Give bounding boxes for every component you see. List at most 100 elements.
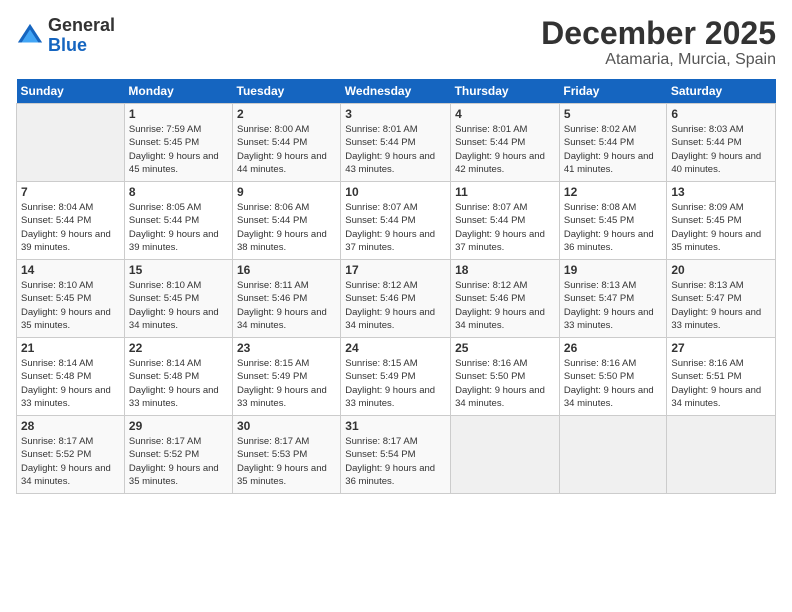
day-info: Sunrise: 8:09 AM Sunset: 5:45 PM Dayligh… (671, 201, 771, 254)
cell-week3-day1: 15 Sunrise: 8:10 AM Sunset: 5:45 PM Dayli… (124, 260, 232, 338)
cell-week2-day3: 10 Sunrise: 8:07 AM Sunset: 5:44 PM Dayli… (341, 182, 451, 260)
day-number: 18 (455, 263, 555, 277)
cell-week2-day5: 12 Sunrise: 8:08 AM Sunset: 5:45 PM Dayli… (559, 182, 666, 260)
cell-week1-day6: 6 Sunrise: 8:03 AM Sunset: 5:44 PM Daylig… (667, 104, 776, 182)
day-info: Sunrise: 8:11 AM Sunset: 5:46 PM Dayligh… (237, 279, 336, 332)
page-container: General Blue December 2025 Atamaria, Mur… (0, 0, 792, 504)
day-info: Sunrise: 8:17 AM Sunset: 5:52 PM Dayligh… (21, 435, 120, 488)
weekday-header-row: Sunday Monday Tuesday Wednesday Thursday… (17, 79, 776, 104)
logo-blue: Blue (48, 35, 87, 55)
day-info: Sunrise: 8:14 AM Sunset: 5:48 PM Dayligh… (129, 357, 228, 410)
cell-week1-day4: 4 Sunrise: 8:01 AM Sunset: 5:44 PM Daylig… (451, 104, 560, 182)
cell-week4-day6: 27 Sunrise: 8:16 AM Sunset: 5:51 PM Dayli… (667, 338, 776, 416)
day-number: 21 (21, 341, 120, 355)
calendar-header: Sunday Monday Tuesday Wednesday Thursday… (17, 79, 776, 104)
cell-week1-day5: 5 Sunrise: 8:02 AM Sunset: 5:44 PM Daylig… (559, 104, 666, 182)
logo-text: General Blue (48, 16, 115, 56)
day-info: Sunrise: 8:14 AM Sunset: 5:48 PM Dayligh… (21, 357, 120, 410)
day-number: 23 (237, 341, 336, 355)
col-friday: Friday (559, 79, 666, 104)
day-number: 29 (129, 419, 228, 433)
cell-week3-day0: 14Sunrise: 8:10 AM Sunset: 5:45 PM Dayli… (17, 260, 125, 338)
day-info: Sunrise: 8:01 AM Sunset: 5:44 PM Dayligh… (455, 123, 555, 176)
day-number: 16 (237, 263, 336, 277)
header-row: General Blue December 2025 Atamaria, Mur… (16, 16, 776, 69)
day-number: 26 (564, 341, 662, 355)
day-info: Sunrise: 8:07 AM Sunset: 5:44 PM Dayligh… (455, 201, 555, 254)
day-number: 22 (129, 341, 228, 355)
week-row-3: 14 Sunrise: 8:10 AM Sunset: 5:45 PM Dayli… (17, 260, 776, 338)
day-number: 11 (455, 185, 555, 199)
day-number: 27 (671, 341, 771, 355)
month-title: December 2025 (541, 16, 776, 51)
day-number: 9 (237, 185, 336, 199)
day-number: 4 (455, 107, 555, 121)
day-info: Sunrise: 8:00 AM Sunset: 5:44 PM Dayligh… (237, 123, 336, 176)
week-row-2: 7 Sunrise: 8:04 AM Sunset: 5:44 PM Daylig… (17, 182, 776, 260)
day-number: 7 (21, 185, 120, 199)
day-number: 14 (21, 263, 120, 277)
logo-general: General (48, 15, 115, 35)
col-thursday: Thursday (451, 79, 560, 104)
day-number: 6 (671, 107, 771, 121)
day-number: 17 (345, 263, 446, 277)
logo: General Blue (16, 16, 115, 56)
cell-week3-day2: 16 Sunrise: 8:11 AM Sunset: 5:46 PM Dayli… (233, 260, 341, 338)
day-number: 10 (345, 185, 446, 199)
cell-week5-day2: 30Sunrise: 8:17 AM Sunset: 5:53 PM Dayli… (233, 416, 341, 494)
day-info: Sunrise: 8:16 AM Sunset: 5:51 PM Dayligh… (671, 357, 771, 410)
day-info: Sunrise: 8:12 AM Sunset: 5:46 PM Dayligh… (455, 279, 555, 332)
day-info: Sunrise: 8:13 AM Sunset: 5:47 PM Dayligh… (564, 279, 662, 332)
cell-week1-day2: 2 Sunrise: 8:00 AM Sunset: 5:44 PM Daylig… (233, 104, 341, 182)
cell-week1-day0 (17, 104, 125, 182)
cell-week1-day1: 1Sunrise: 7:59 AM Sunset: 5:45 PM Daylig… (124, 104, 232, 182)
cell-week4-day5: 26Sunrise: 8:16 AM Sunset: 5:50 PM Dayli… (559, 338, 666, 416)
title-block: December 2025 Atamaria, Murcia, Spain (541, 16, 776, 69)
day-number: 13 (671, 185, 771, 199)
day-info: Sunrise: 7:59 AM Sunset: 5:45 PM Dayligh… (129, 123, 228, 176)
cell-week3-day5: 19 Sunrise: 8:13 AM Sunset: 5:47 PM Dayli… (559, 260, 666, 338)
day-number: 25 (455, 341, 555, 355)
day-info: Sunrise: 8:17 AM Sunset: 5:54 PM Dayligh… (345, 435, 446, 488)
day-info: Sunrise: 8:07 AM Sunset: 5:44 PM Dayligh… (345, 201, 446, 254)
day-info: Sunrise: 8:15 AM Sunset: 5:49 PM Dayligh… (345, 357, 446, 410)
cell-week3-day6: 20Sunrise: 8:13 AM Sunset: 5:47 PM Dayli… (667, 260, 776, 338)
cell-week1-day3: 3Sunrise: 8:01 AM Sunset: 5:44 PM Daylig… (341, 104, 451, 182)
day-number: 19 (564, 263, 662, 277)
day-info: Sunrise: 8:01 AM Sunset: 5:44 PM Dayligh… (345, 123, 446, 176)
day-number: 31 (345, 419, 446, 433)
week-row-1: 1Sunrise: 7:59 AM Sunset: 5:45 PM Daylig… (17, 104, 776, 182)
cell-week2-day4: 11 Sunrise: 8:07 AM Sunset: 5:44 PM Dayli… (451, 182, 560, 260)
cell-week2-day2: 9 Sunrise: 8:06 AM Sunset: 5:44 PM Daylig… (233, 182, 341, 260)
day-number: 2 (237, 107, 336, 121)
day-info: Sunrise: 8:08 AM Sunset: 5:45 PM Dayligh… (564, 201, 662, 254)
day-info: Sunrise: 8:06 AM Sunset: 5:44 PM Dayligh… (237, 201, 336, 254)
calendar-table: Sunday Monday Tuesday Wednesday Thursday… (16, 79, 776, 494)
day-info: Sunrise: 8:17 AM Sunset: 5:52 PM Dayligh… (129, 435, 228, 488)
cell-week5-day1: 29 Sunrise: 8:17 AM Sunset: 5:52 PM Dayli… (124, 416, 232, 494)
day-info: Sunrise: 8:05 AM Sunset: 5:44 PM Dayligh… (129, 201, 228, 254)
day-number: 5 (564, 107, 662, 121)
day-number: 12 (564, 185, 662, 199)
day-number: 30 (237, 419, 336, 433)
day-info: Sunrise: 8:10 AM Sunset: 5:45 PM Dayligh… (129, 279, 228, 332)
col-sunday: Sunday (17, 79, 125, 104)
cell-week2-day6: 13 Sunrise: 8:09 AM Sunset: 5:45 PM Dayli… (667, 182, 776, 260)
location: Atamaria, Murcia, Spain (541, 51, 776, 69)
week-row-5: 28 Sunrise: 8:17 AM Sunset: 5:52 PM Dayli… (17, 416, 776, 494)
cell-week5-day0: 28 Sunrise: 8:17 AM Sunset: 5:52 PM Dayli… (17, 416, 125, 494)
day-number: 24 (345, 341, 446, 355)
day-number: 28 (21, 419, 120, 433)
day-info: Sunrise: 8:13 AM Sunset: 5:47 PM Dayligh… (671, 279, 771, 332)
day-info: Sunrise: 8:03 AM Sunset: 5:44 PM Dayligh… (671, 123, 771, 176)
col-monday: Monday (124, 79, 232, 104)
cell-week4-day3: 24 Sunrise: 8:15 AM Sunset: 5:49 PM Dayli… (341, 338, 451, 416)
day-info: Sunrise: 8:04 AM Sunset: 5:44 PM Dayligh… (21, 201, 120, 254)
col-saturday: Saturday (667, 79, 776, 104)
day-info: Sunrise: 8:02 AM Sunset: 5:44 PM Dayligh… (564, 123, 662, 176)
cell-week5-day4 (451, 416, 560, 494)
week-row-4: 21 Sunrise: 8:14 AM Sunset: 5:48 PM Dayli… (17, 338, 776, 416)
cell-week4-day2: 23Sunrise: 8:15 AM Sunset: 5:49 PM Dayli… (233, 338, 341, 416)
cell-week4-day4: 25Sunrise: 8:16 AM Sunset: 5:50 PM Dayli… (451, 338, 560, 416)
day-number: 15 (129, 263, 228, 277)
